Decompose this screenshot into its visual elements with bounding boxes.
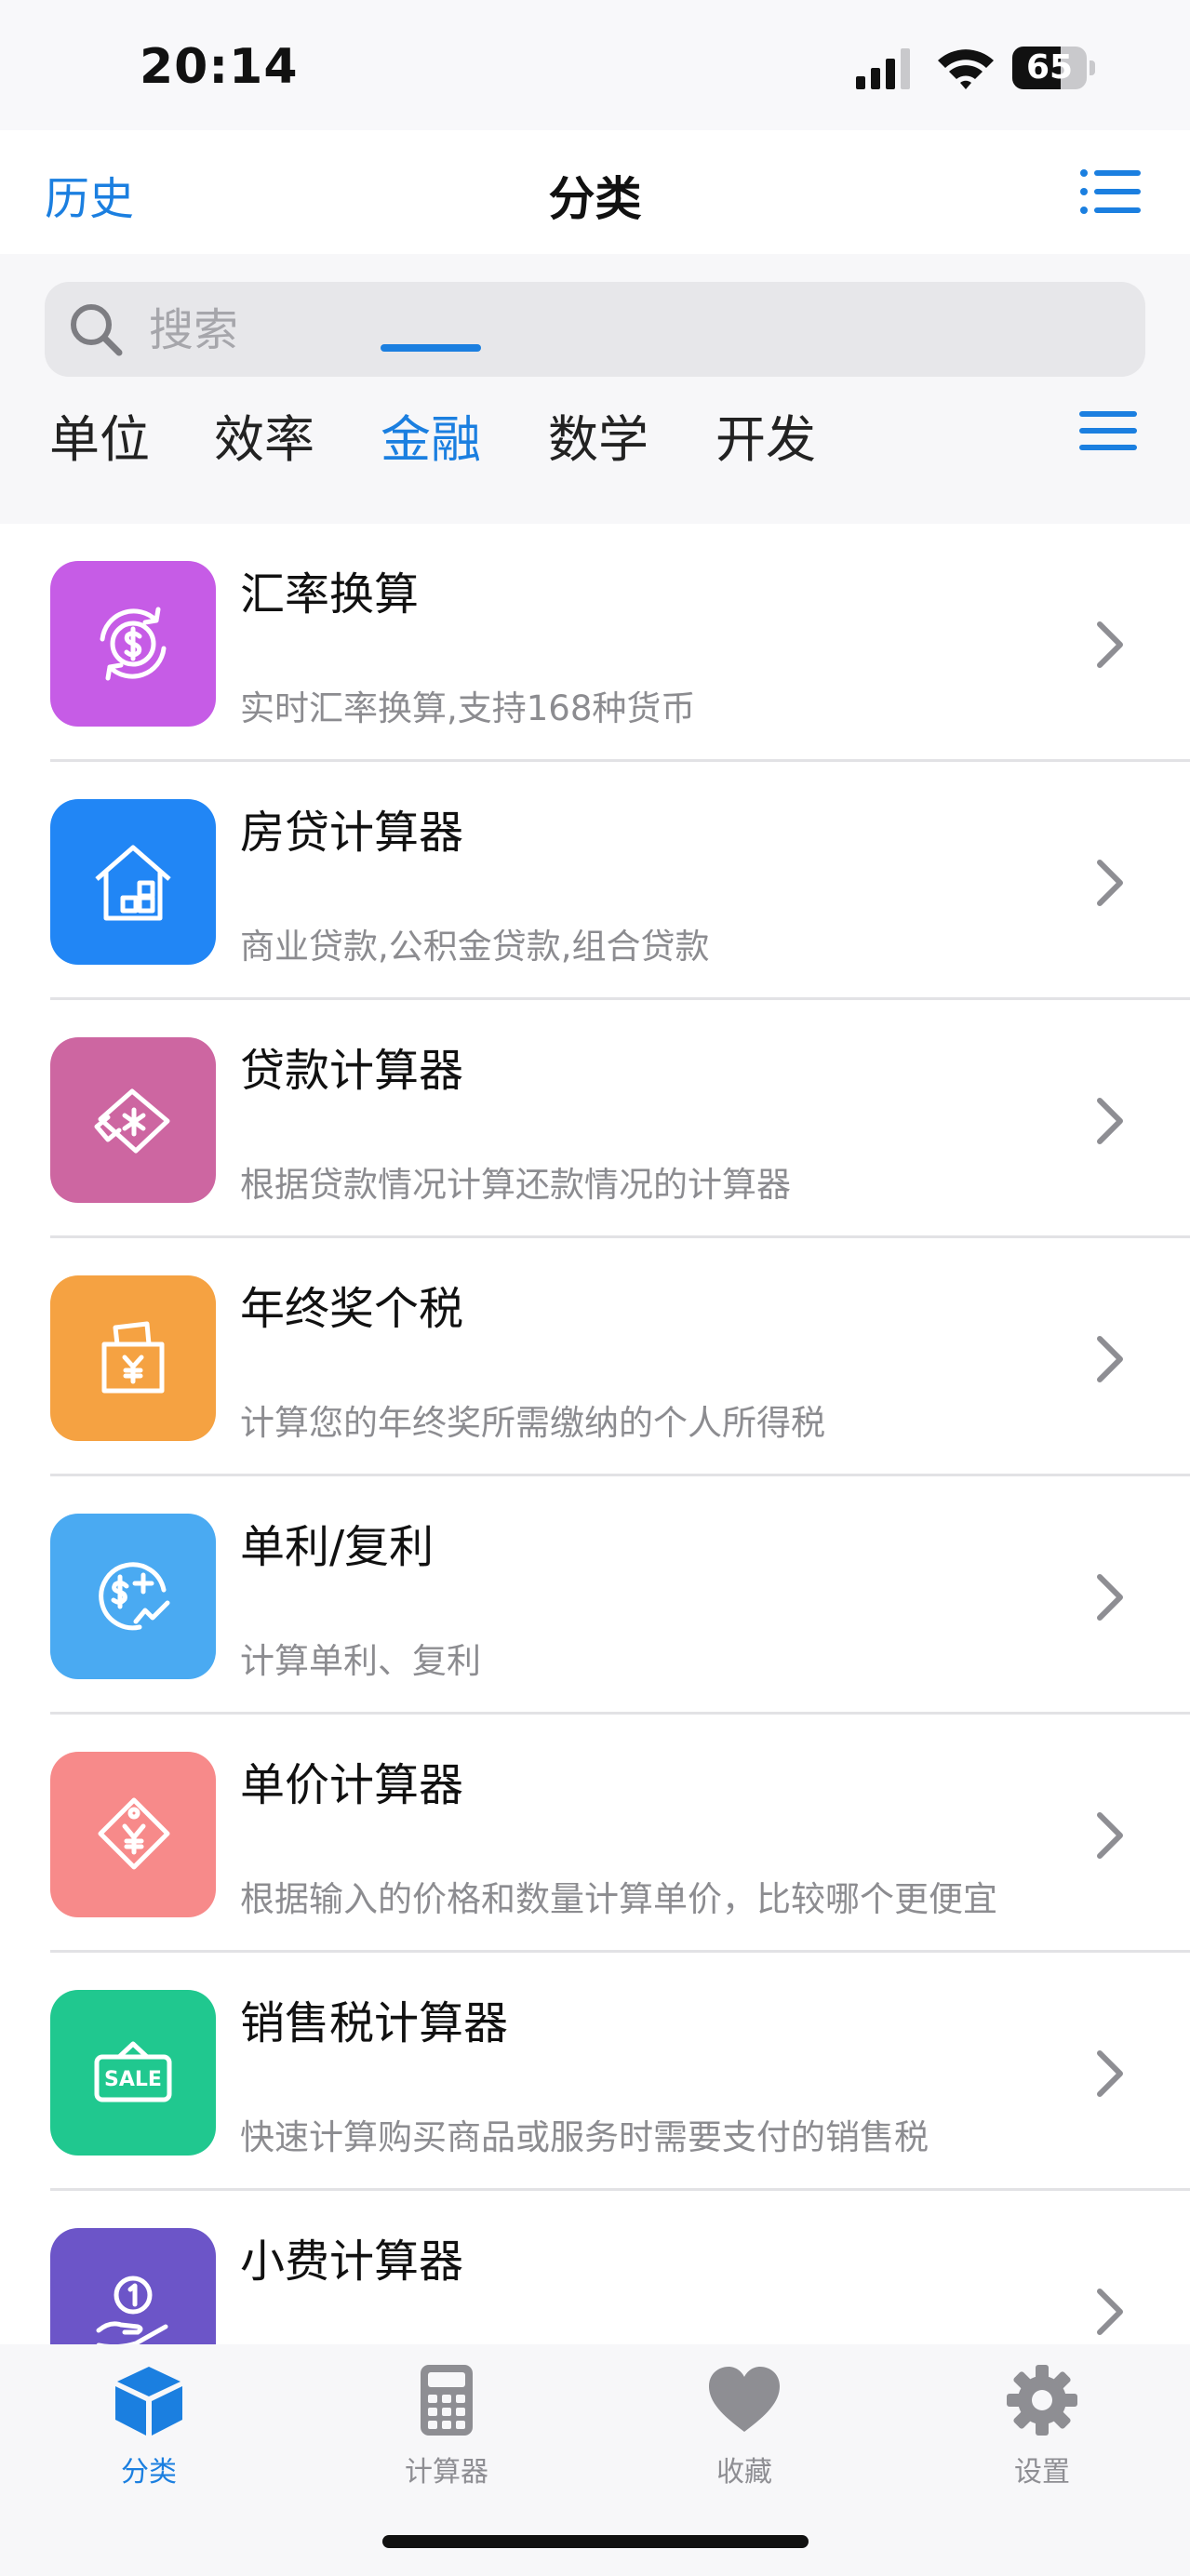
tool-description: 根据贷款情况计算还款情况的计算器	[240, 1165, 791, 1205]
search-input[interactable]	[147, 282, 1118, 379]
list-item[interactable]: 汇率换算 实时汇率换算,支持168种货币	[0, 524, 1190, 762]
tool-description: 根据输入的价格和数量计算单价，比较哪个更便宜	[240, 1879, 997, 1919]
tool-icon-tile	[50, 1275, 216, 1441]
tool-title: 年终奖个税	[240, 1283, 464, 1335]
category-menu-icon[interactable]	[1079, 409, 1137, 452]
tool-list: 汇率换算 实时汇率换算,支持168种货币 房贷计算器 商业贷款,公积金贷款,组合…	[0, 524, 1190, 2344]
chevron-right-icon	[1097, 1336, 1123, 1382]
tool-icon-tile	[50, 1037, 216, 1203]
tab-label: 分类	[121, 2456, 177, 2489]
tool-title: 贷款计算器	[240, 1045, 464, 1097]
wifi-icon	[938, 49, 994, 89]
tool-icon-tile	[50, 1752, 216, 1917]
tool-icon-tile	[50, 1514, 216, 1679]
tab-favorites[interactable]: 收藏	[595, 2344, 893, 2503]
cellular-signal-icon	[856, 48, 910, 89]
currency-exchange-icon	[100, 607, 167, 681]
tool-description: 商业贷款,公积金贷款,组合贷款	[240, 927, 710, 967]
heart-icon	[709, 2367, 780, 2432]
category-tab-dev[interactable]: 开发	[715, 398, 816, 491]
chevron-right-icon	[1097, 1812, 1123, 1859]
bonus-envelope-icon	[101, 1321, 165, 1394]
price-tag-icon	[98, 1797, 170, 1870]
gear-icon	[1007, 2365, 1077, 2436]
tab-category[interactable]: 分类	[0, 2344, 298, 2503]
tool-description: 实时汇率换算,支持168种货币	[240, 688, 696, 728]
chevron-right-icon	[1097, 1098, 1123, 1144]
tab-settings[interactable]: 设置	[893, 2344, 1190, 2503]
battery-percent: 65	[1025, 48, 1074, 87]
svg-text:SALE: SALE	[104, 2068, 162, 2091]
tool-icon-tile	[50, 2228, 216, 2344]
navigation-bar: 历史 分类	[0, 130, 1190, 254]
page-title: 分类	[548, 172, 642, 226]
list-item[interactable]: 房贷计算器 商业贷款,公积金贷款,组合贷款	[0, 762, 1190, 1000]
list-item[interactable]: 年终奖个税 计算您的年终奖所需缴纳的个人所得税	[0, 1238, 1190, 1476]
tool-icon-tile: SALE	[50, 1990, 216, 2156]
search-icon	[71, 304, 123, 356]
tab-label: 设置	[1014, 2456, 1070, 2489]
category-tabs: 单位 效率 金融 数学 开发	[0, 398, 1190, 510]
list-item[interactable]: SALE 销售税计算器 快速计算购买商品或服务时需要支付的销售税	[0, 1953, 1190, 2191]
chevron-right-icon	[1097, 1574, 1123, 1621]
tool-title: 房贷计算器	[240, 807, 464, 859]
chevron-right-icon	[1097, 860, 1123, 906]
category-tab-units[interactable]: 单位	[49, 398, 150, 491]
chevron-right-icon	[1097, 2289, 1123, 2335]
list-item[interactable]: 单利/复利 计算单利、复利	[0, 1476, 1190, 1715]
sale-sign-icon: SALE	[94, 2041, 172, 2102]
category-tab-efficiency[interactable]: 效率	[214, 398, 314, 491]
tool-icon-tile	[50, 561, 216, 727]
list-item[interactable]: 贷款计算器 根据贷款情况计算还款情况的计算器	[0, 1000, 1190, 1238]
filter-area: 单位 效率 金融 数学 开发	[0, 254, 1190, 524]
loan-ticket-icon	[94, 1088, 170, 1154]
tool-description: 计算单利、复利	[240, 1641, 481, 1681]
tool-icon-tile	[50, 799, 216, 965]
list-view-icon[interactable]	[1079, 167, 1141, 216]
chevron-right-icon	[1097, 2050, 1123, 2097]
tool-description: 快速计算购买商品或服务时需要支付的销售税	[240, 2117, 929, 2157]
tab-label: 计算器	[405, 2456, 488, 2489]
tool-title: 销售税计算器	[240, 1997, 509, 2049]
active-tab-indicator	[381, 344, 481, 352]
tab-calculator[interactable]: 计算器	[298, 2344, 595, 2503]
tool-title: 汇率换算	[240, 568, 420, 621]
tip-hand-coin-icon	[96, 2276, 168, 2344]
tool-title: 单价计算器	[240, 1759, 464, 1811]
list-item[interactable]: 单价计算器 根据输入的价格和数量计算单价，比较哪个更便宜	[0, 1715, 1190, 1953]
list-item[interactable]: 小费计算器	[0, 2191, 1190, 2344]
status-bar: 20:14 65	[0, 0, 1190, 130]
status-time: 20:14	[140, 39, 299, 95]
home-indicator	[382, 2535, 809, 2548]
tool-title: 单利/复利	[240, 1521, 435, 1573]
calculator-icon	[421, 2365, 473, 2436]
tool-description: 计算您的年终奖所需缴纳的个人所得税	[240, 1403, 825, 1443]
house-icon	[95, 845, 171, 921]
tab-label: 收藏	[716, 2456, 772, 2489]
search-bar[interactable]	[45, 282, 1145, 379]
interest-growth-icon	[99, 1562, 170, 1631]
cube-icon	[115, 2367, 182, 2436]
category-tab-math[interactable]: 数学	[548, 398, 648, 491]
battery-indicator: 65	[1012, 47, 1096, 89]
category-tab-finance[interactable]: 金融	[381, 398, 481, 491]
tool-title: 小费计算器	[240, 2236, 464, 2288]
chevron-right-icon	[1097, 621, 1123, 668]
